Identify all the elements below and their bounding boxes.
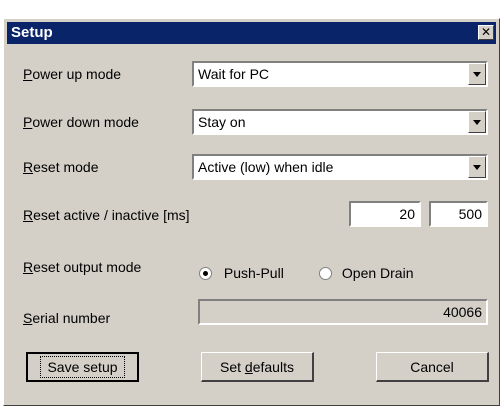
radio-unchecked-icon[interactable] [319, 267, 332, 280]
chevron-down-icon[interactable] [468, 111, 486, 133]
setup-dialog: Setup ✕ Power up mode Wait for PC Power … [3, 18, 500, 406]
close-icon: ✕ [480, 25, 492, 39]
radio-open-drain[interactable]: Open Drain [319, 265, 413, 281]
radio-push-pull-label: Push-Pull [223, 265, 284, 281]
reset-mode-select[interactable]: Active (low) when idle [192, 154, 488, 180]
reset-mode-value: Active (low) when idle [198, 159, 334, 175]
serial-number-label: Serial number [23, 310, 111, 326]
power-up-mode-value: Wait for PC [198, 66, 270, 82]
title-bar[interactable]: Setup ✕ [7, 22, 496, 44]
set-defaults-button[interactable]: Set defaults [201, 352, 314, 382]
power-down-mode-value: Stay on [198, 114, 246, 130]
reset-mode-label: Reset mode [23, 159, 99, 175]
dialog-title: Setup [11, 24, 53, 41]
set-defaults-label: Set defaults [220, 358, 294, 375]
close-button[interactable]: ✕ [478, 25, 494, 40]
reset-timing-label: Reset active / inactive [ms] [23, 207, 190, 223]
radio-checked-icon[interactable] [199, 267, 212, 280]
power-down-mode-select[interactable]: Stay on [192, 109, 488, 135]
cancel-button[interactable]: Cancel [376, 352, 489, 382]
chevron-down-icon[interactable] [468, 63, 486, 85]
serial-number-field [198, 299, 488, 325]
reset-active-input[interactable] [349, 201, 421, 227]
radio-push-pull[interactable]: Push-Pull [199, 265, 284, 281]
chevron-down-icon[interactable] [468, 156, 486, 178]
reset-inactive-input[interactable] [429, 201, 488, 227]
power-up-mode-select[interactable]: Wait for PC [192, 61, 488, 87]
power-up-mode-label: Power up mode [23, 66, 122, 82]
save-setup-button[interactable]: Save setup [26, 352, 139, 382]
radio-open-drain-label: Open Drain [341, 265, 414, 281]
reset-output-mode-label: Reset output mode [23, 259, 142, 275]
power-down-mode-label: Power down mode [23, 114, 139, 130]
save-setup-label: Save setup [40, 356, 125, 378]
